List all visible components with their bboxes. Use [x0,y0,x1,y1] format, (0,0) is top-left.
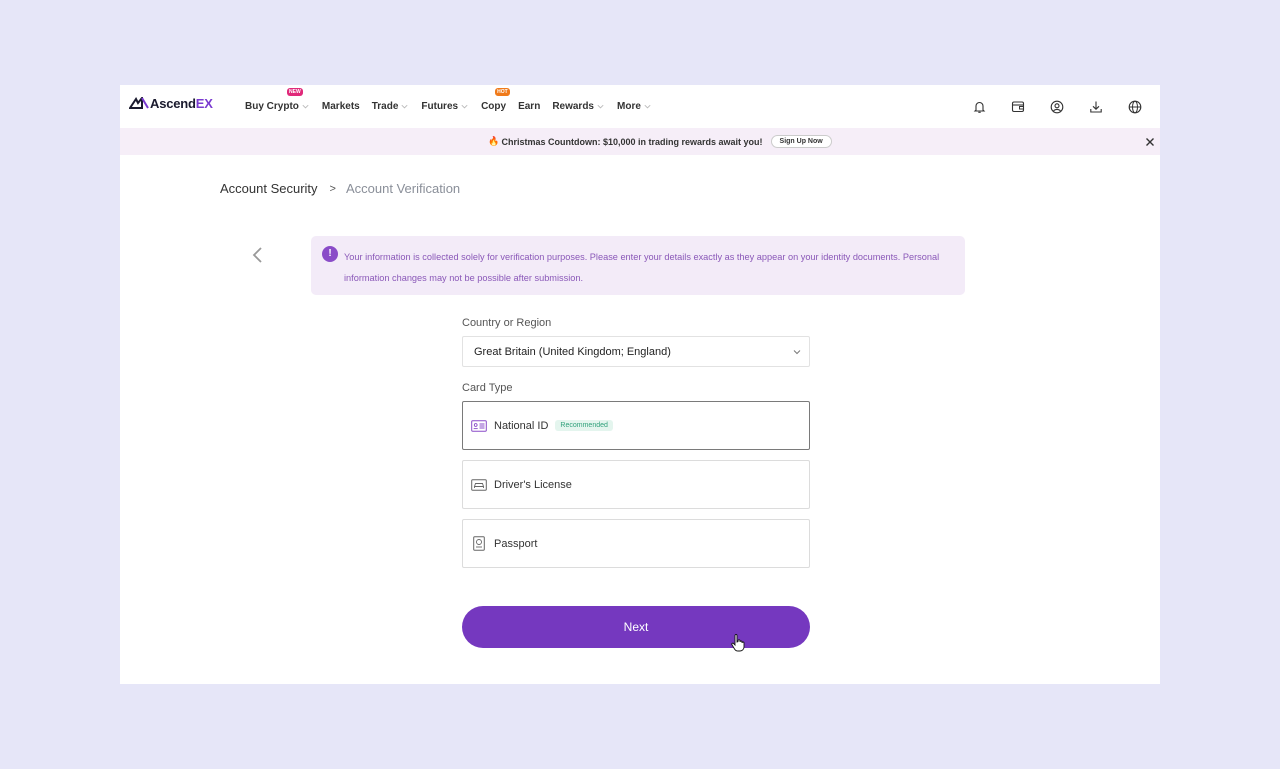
info-icon: ! [322,246,338,262]
ascendex-logo[interactable]: AscendEX [129,95,213,111]
nav-item-trade[interactable]: Trade [372,101,410,112]
nav-item-label: Markets [321,101,360,112]
hot-badge: HOT [495,88,510,96]
recommended-badge: Recommended [555,420,613,431]
card-type-label: Card Type [462,382,513,394]
chevron-down-icon [401,104,408,109]
nav-item-label: Rewards [552,101,594,112]
card-option-label: Passport [494,537,538,550]
breadcrumb-account-security[interactable]: Account Security [220,181,318,196]
nav-item-label: Futures [421,101,459,112]
chevron-down-icon [644,104,651,109]
app-window: AscendEX Buy Crypto NEW Markets Trade Fu… [120,85,1160,684]
nav-item-copy[interactable]: Copy HOT [481,88,510,112]
nav-item-earn[interactable]: Earn [518,101,540,112]
new-badge: NEW [287,88,303,96]
nav-item-markets[interactable]: Markets [322,101,360,112]
back-arrow-icon[interactable] [250,245,266,265]
nav-menu: Buy Crypto NEW Markets Trade Futures Cop… [245,85,664,128]
country-select[interactable]: Great Britain (United Kingdom; England) [462,336,810,367]
passport-icon [471,536,487,551]
country-label: Country or Region [462,317,552,329]
fire-icon: 🔥 [488,136,500,146]
sign-up-now-button[interactable]: Sign Up Now [770,135,832,148]
promo-text: Christmas Countdown: $10,000 in trading … [501,136,763,147]
user-icon[interactable] [1050,100,1064,114]
car-icon [471,478,487,492]
card-option-passport[interactable]: Passport [462,519,810,568]
bell-icon[interactable] [972,100,986,114]
wallet-icon[interactable] [1011,100,1025,114]
logo-text-part1: Ascend [150,95,196,111]
card-option-drivers-license[interactable]: Driver's License [462,460,810,509]
card-option-national-id[interactable]: National ID Recommended [462,401,810,450]
verification-notice: ! Your information is collected solely f… [311,236,965,295]
id-card-icon [471,419,487,433]
download-icon[interactable] [1089,100,1103,114]
nav-item-label: Copy [481,101,507,112]
nav-item-label: Buy Crypto [245,101,299,112]
nav-item-label: Earn [518,101,541,112]
chevron-down-icon [793,350,801,355]
verification-form: Country or Region Great Britain (United … [462,317,810,568]
nav-item-buy-crypto[interactable]: Buy Crypto NEW [245,88,310,112]
logo-text-part2: EX [195,95,213,111]
nav-item-rewards[interactable]: Rewards [552,101,605,112]
card-option-label: Driver's License [494,478,572,491]
nav-icon-group [947,85,1142,128]
logo-mark-icon [129,97,149,109]
breadcrumb-account-verification: Account Verification [345,181,461,196]
notice-text: Your information is collected solely for… [344,252,940,283]
next-button[interactable]: Next [462,606,810,648]
hand-cursor-icon [731,634,745,652]
breadcrumb-separator: > [329,182,336,195]
close-icon[interactable] [1144,135,1156,147]
chevron-down-icon [597,104,604,109]
chevron-down-icon [461,104,468,109]
nav-item-more[interactable]: More [617,101,652,112]
nav-item-futures[interactable]: Futures [421,101,469,112]
globe-icon[interactable] [1128,100,1142,114]
nav-item-label: Trade [371,101,399,112]
promo-banner: 🔥 Christmas Countdown: $10,000 in tradin… [120,128,1160,155]
card-option-label: National ID [494,419,549,432]
nav-item-label: More [617,101,641,112]
country-value: Great Britain (United Kingdom; England) [474,345,671,358]
top-nav: AscendEX Buy Crypto NEW Markets Trade Fu… [120,85,1160,128]
chevron-down-icon [302,104,309,109]
breadcrumb: Account Security > Account Verification [220,181,460,196]
